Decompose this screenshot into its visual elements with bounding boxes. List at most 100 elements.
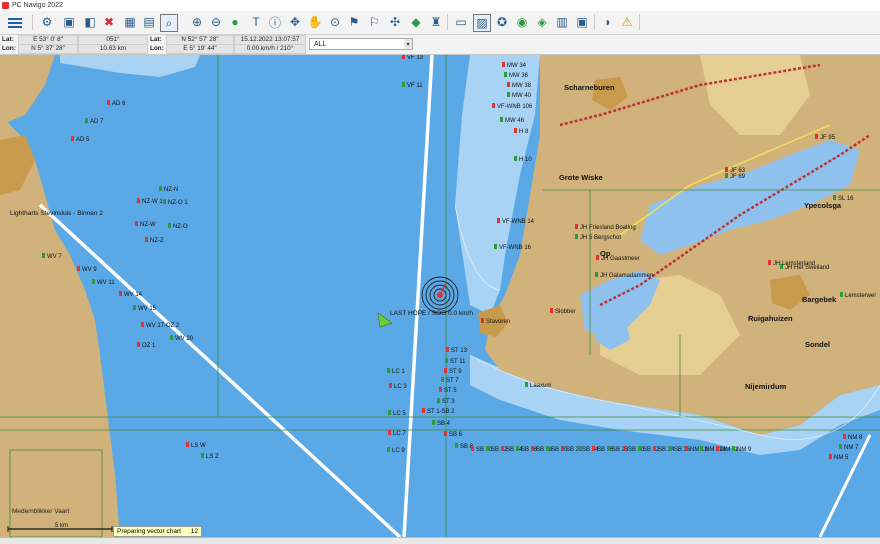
buoy-marker-icon: [685, 446, 688, 451]
buoy-marker-icon: [732, 446, 735, 451]
fairway-buoy-label: ST 11: [450, 359, 466, 365]
chart-filter-select[interactable]: ALL ▾: [309, 38, 413, 50]
globe-icon[interactable]: ●: [227, 14, 243, 30]
fairway-buoy-label: SB 34: [658, 447, 675, 453]
buoy-marker-icon: [141, 322, 144, 327]
buoy-marker-icon: [525, 382, 528, 387]
chart-filter-value: ALL: [314, 41, 327, 48]
screen-icon[interactable]: ▣: [574, 14, 590, 30]
buoy-label: NZ-W: [140, 222, 156, 228]
status-notice: Preparing vector chart 12: [113, 526, 202, 537]
nautical-chart-view[interactable]: LAST HOPE / SOG 0.0 km/h Scharneburen Gr…: [0, 55, 880, 537]
buoy-marker-icon: [71, 136, 74, 141]
place-label: Grote Wiske: [559, 173, 603, 182]
fairway-buoy-label: ST 13: [451, 348, 468, 354]
buoy-marker-icon: [653, 446, 656, 451]
text-icon[interactable]: T: [248, 14, 264, 30]
buoy-marker-icon: [446, 347, 449, 352]
chart-icon[interactable]: ▤: [141, 14, 157, 30]
buoy-label: NZ-O 1: [168, 200, 188, 206]
local-label: Stavoren: [486, 319, 510, 325]
fairway-buoy-label: SB 6: [449, 432, 463, 438]
buoy-marker-icon: [77, 266, 80, 271]
status-notice-text: Preparing vector chart: [117, 528, 181, 535]
hand-icon[interactable]: ✋: [307, 14, 323, 30]
warning-icon[interactable]: ⚠: [619, 14, 635, 30]
buoy-marker-icon: [829, 454, 832, 459]
buoy-marker-icon: [716, 446, 719, 451]
fairway-buoy-label: SB 36: [674, 447, 691, 453]
flags-icon[interactable]: ⚐: [366, 14, 382, 30]
local-label: Lemsterwel: [845, 293, 876, 299]
pin-icon[interactable]: ⊙: [327, 14, 343, 30]
buoy-marker-icon: [388, 410, 391, 415]
pan-icon[interactable]: ✥: [287, 14, 303, 30]
position-info-bar: Lat: Lon: E 53° 0' 8" N 5° 37' 28" 051° …: [0, 35, 880, 55]
zoom-select-icon[interactable]: ⌕: [160, 14, 178, 32]
lighthouse-icon[interactable]: ♜: [428, 14, 444, 30]
buoy-marker-icon: [444, 368, 447, 373]
save-icon[interactable]: ▦: [122, 14, 138, 30]
buoy-marker-icon: [833, 195, 836, 200]
local-label: Laaxum: [530, 383, 551, 389]
earth-icon[interactable]: ◉: [514, 14, 530, 30]
zoom-in-icon[interactable]: ⊕: [189, 14, 205, 30]
display-icon[interactable]: ▥: [554, 14, 570, 30]
cursor-lon-value: N 5° 37' 28": [18, 44, 78, 54]
layers-icon[interactable]: ◧: [82, 14, 98, 30]
buoy-marker-icon: [623, 446, 626, 451]
buoy-marker-icon: [402, 55, 405, 59]
route-icon[interactable]: ▣: [61, 14, 77, 30]
delete-icon[interactable]: ✖: [101, 14, 117, 30]
buoy-label: NZ-W 1: [142, 199, 163, 205]
wave-icon[interactable]: ◗: [600, 14, 616, 30]
fairway-buoy-label: SB 4: [437, 421, 451, 427]
zoom-out-icon[interactable]: ⊖: [208, 14, 224, 30]
flag-icon[interactable]: ⚑: [346, 14, 362, 30]
buoy-marker-icon: [550, 308, 553, 313]
place-label: Bargebek: [802, 295, 837, 304]
buoy-label: AD 7: [90, 119, 104, 125]
monitor-icon[interactable]: ▭: [453, 14, 469, 30]
place-label: Scharneburen: [564, 83, 615, 92]
buoy-label: MW 38: [512, 83, 532, 89]
buoy-marker-icon: [577, 446, 580, 451]
gear-icon[interactable]: ⚙: [39, 14, 55, 30]
map-icon[interactable]: ◈: [534, 14, 550, 30]
buoy-label: NZ-Z: [150, 238, 164, 244]
toolbar-separator: [32, 14, 33, 30]
ship-icon[interactable]: ◆: [408, 14, 424, 30]
nautical-chart[interactable]: LAST HOPE / SOG 0.0 km/h Scharneburen Gr…: [0, 55, 880, 537]
buoy-marker-icon: [575, 234, 578, 239]
buoy-label: MW 34: [507, 63, 527, 69]
cursor-distance-value: 10.63 km: [78, 44, 148, 54]
ship-lon-value: E 5° 19' 44": [166, 44, 234, 54]
buoy-marker-icon: [92, 279, 95, 284]
buoy-marker-icon: [546, 446, 549, 451]
local-label: JH Gaastmeer: [601, 256, 640, 262]
canal-label: Medemblikker Vaart: [12, 508, 70, 515]
buoy-label: VF 13: [407, 55, 424, 61]
compass-icon[interactable]: ✪: [494, 14, 510, 30]
hamburger-menu-button[interactable]: [4, 13, 26, 32]
chevron-down-icon[interactable]: ▾: [404, 39, 412, 49]
buoy-marker-icon: [725, 173, 728, 178]
buoy-marker-icon: [514, 128, 517, 133]
fairway-buoy-label: SB 22: [566, 447, 583, 453]
buoy-marker-icon: [422, 408, 425, 413]
buoy-marker-icon: [531, 446, 534, 451]
buoy-marker-icon: [561, 446, 564, 451]
local-label: JH Lemsterland: [773, 261, 815, 267]
buoy-marker-icon: [486, 446, 489, 451]
buoy-marker-icon: [170, 335, 173, 340]
fairway-buoy-label: ST 5: [444, 388, 457, 394]
buoy-label: MW 40: [512, 93, 532, 99]
buoy-marker-icon: [507, 92, 510, 97]
vessel-label: LAST HOPE / SOG 0.0 km/h: [390, 310, 473, 317]
info-icon[interactable]: ⓘ: [267, 14, 283, 30]
satellite-icon[interactable]: ✣: [387, 14, 403, 30]
monitor-off-icon[interactable]: ▨: [473, 14, 491, 32]
local-label: JH Friesland Boating: [580, 225, 636, 231]
buoy-marker-icon: [669, 446, 672, 451]
buoy-marker-icon: [145, 237, 148, 242]
